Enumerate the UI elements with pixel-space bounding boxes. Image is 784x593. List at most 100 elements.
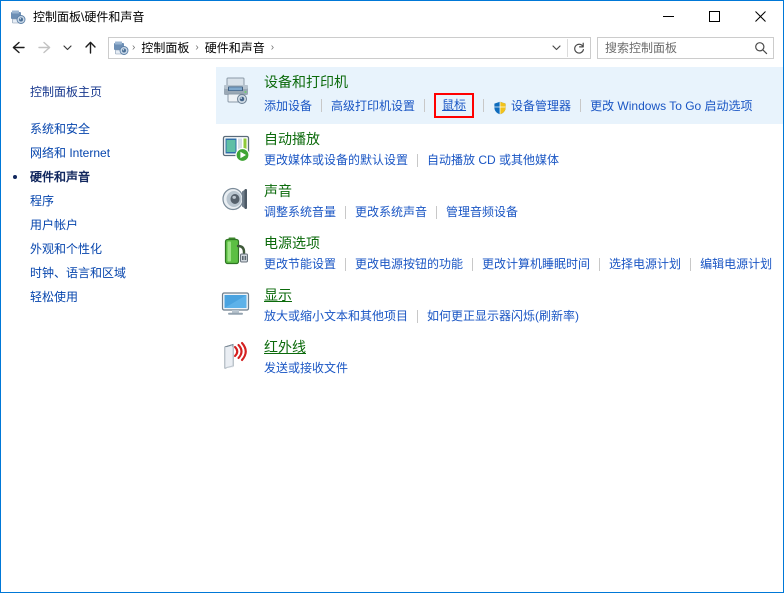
category-title-sound[interactable]: 声音 [264, 182, 292, 201]
back-arrow-icon [12, 41, 25, 54]
link-separator [417, 309, 419, 323]
sidebar-item-user-accounts[interactable]: 用户帐户 [1, 213, 216, 237]
link-manage-audio-devices[interactable]: 管理音频设备 [446, 203, 518, 221]
printer-icon [220, 74, 252, 106]
category-list: 设备和打印机 添加设备 高级打印机设置 鼠标 设备管理器 更改 Windows … [216, 63, 783, 592]
recent-locations-button[interactable] [57, 35, 77, 61]
speaker-icon [220, 183, 252, 215]
link-separator [599, 257, 601, 271]
breadcrumb-hardware-icon [113, 40, 129, 56]
category-links: 发送或接收文件 [264, 359, 773, 377]
up-arrow-icon [84, 41, 96, 54]
link-separator [436, 205, 438, 219]
search-input[interactable] [598, 40, 749, 55]
annotation-highlight-mouse: 鼠标 [434, 93, 475, 118]
close-button[interactable] [737, 1, 783, 32]
link-change-what-the-power-buttons-do[interactable]: 更改电源按钮的功能 [355, 255, 463, 273]
maximize-icon [708, 11, 720, 22]
link-how-to-correct-monitor-flicker[interactable]: 如何更正显示器闪烁(刷新率) [427, 307, 579, 325]
category-links: 更改节能设置 更改电源按钮的功能 更改计算机睡眠时间 选择电源计划 编辑电源计划 [264, 255, 773, 273]
category-sound[interactable]: 声音 调整系统音量 更改系统声音 管理音频设备 [216, 176, 783, 228]
chevron-down-icon [551, 45, 561, 51]
address-bar[interactable]: › 控制面板 › 硬件和声音 › [108, 36, 591, 59]
category-body: 显示 放大或缩小文本和其他项目 如何更正显示器闪烁(刷新率) [264, 286, 773, 325]
category-title-infrared[interactable]: 红外线 [264, 338, 306, 357]
search-box[interactable] [597, 36, 774, 59]
category-power-options[interactable]: 电源选项 更改节能设置 更改电源按钮的功能 更改计算机睡眠时间 选择电源计划 编… [216, 228, 783, 280]
link-choose-a-power-plan[interactable]: 选择电源计划 [609, 255, 681, 273]
chevron-down-icon [62, 45, 72, 51]
link-add-device[interactable]: 添加设备 [264, 97, 312, 115]
link-advanced-printer-setup[interactable]: 高级打印机设置 [331, 97, 415, 115]
link-make-text-and-other-items-larger-or-smaller[interactable]: 放大或缩小文本和其他项目 [264, 307, 408, 325]
shield-icon [493, 101, 507, 115]
link-separator [424, 99, 426, 112]
link-separator [472, 257, 474, 271]
breadcrumb-item-hardware-and-sound[interactable]: 硬件和声音 [200, 38, 270, 58]
address-history-dropdown-button[interactable] [545, 38, 567, 58]
link-separator [417, 153, 419, 167]
refresh-button[interactable] [568, 38, 590, 58]
link-change-when-the-computer-sleeps[interactable]: 更改计算机睡眠时间 [482, 255, 590, 273]
link-device-manager[interactable]: 设备管理器 [511, 97, 571, 115]
infrared-icon [220, 339, 252, 371]
category-body: 红外线 发送或接收文件 [264, 338, 773, 377]
category-title-display[interactable]: 显示 [264, 286, 292, 305]
link-adjust-system-volume[interactable]: 调整系统音量 [264, 203, 336, 221]
link-device-manager-wrapper[interactable]: 设备管理器 [493, 97, 571, 115]
content-area: 控制面板主页 系统和安全 网络和 Internet 硬件和声音 程序 用户帐户 … [1, 63, 783, 592]
link-separator [321, 99, 323, 112]
minimize-button[interactable] [645, 1, 691, 32]
sidebar-item-hardware-and-sound[interactable]: 硬件和声音 [1, 165, 216, 189]
sidebar-item-network-and-internet[interactable]: 网络和 Internet [1, 141, 216, 165]
sidebar: 控制面板主页 系统和安全 网络和 Internet 硬件和声音 程序 用户帐户 … [1, 63, 216, 592]
category-display[interactable]: 显示 放大或缩小文本和其他项目 如何更正显示器闪烁(刷新率) [216, 280, 783, 332]
category-title-power-options[interactable]: 电源选项 [264, 234, 320, 253]
category-links: 调整系统音量 更改系统声音 管理音频设备 [264, 203, 773, 221]
close-icon [754, 11, 766, 22]
back-button[interactable] [5, 35, 31, 61]
breadcrumb-item-control-panel[interactable]: 控制面板 [136, 38, 194, 58]
sidebar-item-system-and-security[interactable]: 系统和安全 [1, 117, 216, 141]
category-title-autoplay[interactable]: 自动播放 [264, 130, 320, 149]
category-links: 添加设备 高级打印机设置 鼠标 设备管理器 更改 Windows To Go 启… [264, 93, 773, 118]
category-autoplay[interactable]: 自动播放 更改媒体或设备的默认设置 自动播放 CD 或其他媒体 [216, 124, 783, 176]
monitor-icon [220, 287, 252, 319]
link-separator [345, 257, 347, 271]
title-bar: 控制面板\硬件和声音 [1, 1, 783, 32]
link-edit-power-plan[interactable]: 编辑电源计划 [700, 255, 772, 273]
sidebar-item-appearance-and-personalization[interactable]: 外观和个性化 [1, 237, 216, 261]
sidebar-item-clock-language-region[interactable]: 时钟、语言和区域 [1, 261, 216, 285]
battery-icon [220, 235, 252, 267]
forward-button [31, 35, 57, 61]
link-mouse[interactable]: 鼠标 [442, 96, 466, 114]
link-play-cds-or-other-media-automatically[interactable]: 自动播放 CD 或其他媒体 [427, 151, 559, 169]
forward-arrow-icon [37, 41, 50, 54]
category-infrared[interactable]: 红外线 发送或接收文件 [216, 332, 783, 384]
category-devices-and-printers[interactable]: 设备和打印机 添加设备 高级打印机设置 鼠标 设备管理器 更改 Windows … [216, 67, 783, 124]
breadcrumb-separator-2[interactable]: › [270, 38, 275, 58]
sidebar-item-control-panel-home[interactable]: 控制面板主页 [1, 80, 216, 104]
link-change-default-settings-for-media-or-devices[interactable]: 更改媒体或设备的默认设置 [264, 151, 408, 169]
sidebar-item-programs[interactable]: 程序 [1, 189, 216, 213]
link-separator [690, 257, 692, 271]
link-separator [580, 99, 582, 112]
up-button[interactable] [77, 35, 103, 61]
caption-button-group [645, 1, 783, 32]
category-links: 更改媒体或设备的默认设置 自动播放 CD 或其他媒体 [264, 151, 773, 169]
link-separator [483, 99, 485, 112]
sidebar-item-ease-of-access[interactable]: 轻松使用 [1, 285, 216, 309]
category-title-devices-and-printers[interactable]: 设备和打印机 [264, 73, 348, 92]
maximize-button[interactable] [691, 1, 737, 32]
window-title: 控制面板\硬件和声音 [33, 9, 145, 24]
link-send-or-receive-a-file[interactable]: 发送或接收文件 [264, 359, 348, 377]
refresh-icon [574, 42, 584, 54]
search-icon[interactable] [749, 38, 773, 58]
link-separator [345, 205, 347, 219]
link-change-power-saving-settings[interactable]: 更改节能设置 [264, 255, 336, 273]
link-windows-to-go-startup-options[interactable]: 更改 Windows To Go 启动选项 [590, 97, 752, 115]
navigation-toolbar: › 控制面板 › 硬件和声音 › [1, 32, 783, 63]
link-change-system-sounds[interactable]: 更改系统声音 [355, 203, 427, 221]
category-body: 自动播放 更改媒体或设备的默认设置 自动播放 CD 或其他媒体 [264, 130, 773, 169]
